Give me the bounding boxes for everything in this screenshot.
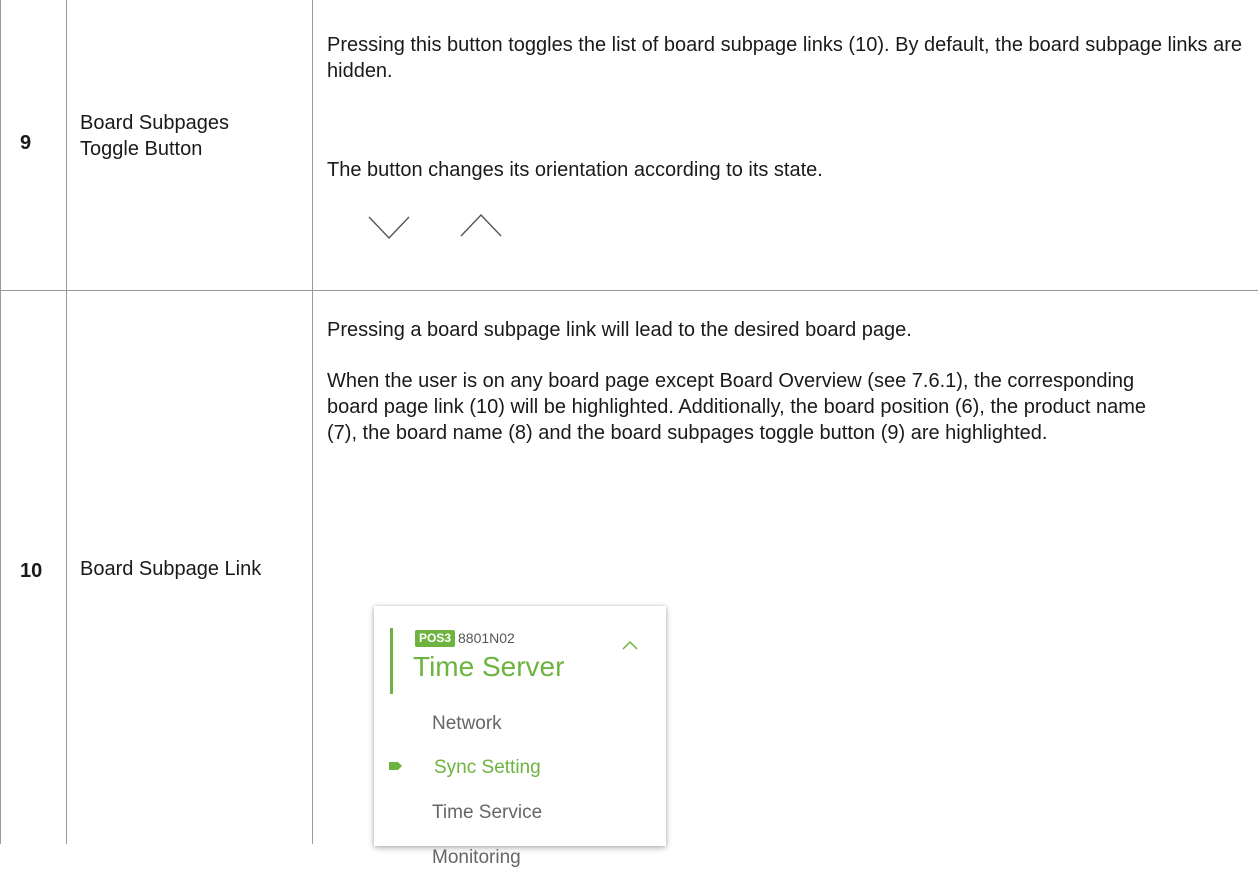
row-number-9: 9 <box>20 132 32 154</box>
row-label-9-line1: Board Subpages <box>80 112 230 134</box>
row-label-9-line2: Toggle Button <box>80 138 203 160</box>
active-link-marker-icon <box>389 762 402 770</box>
description-table: 9 Board Subpages Toggle Button Pressing … <box>0 0 1258 868</box>
row-10-description-1: Pressing a board subpage link will lead … <box>327 319 912 341</box>
subpage-link-sync-setting[interactable]: Sync Setting <box>434 756 541 780</box>
row-9-description-2: The button changes its orientation accor… <box>327 159 823 181</box>
table-divider-number <box>66 0 67 844</box>
product-name: 8801N02 <box>458 630 515 646</box>
row-9-description-1: Pressing this button toggles the list of… <box>327 34 1242 82</box>
sidebar-screenshot: POS3 8801N02 Time Server Network Sync Se… <box>374 606 666 868</box>
table-divider-label <box>312 0 313 844</box>
board-position-badge: POS3 <box>415 630 456 647</box>
subpage-link-monitoring[interactable]: Monitoring <box>432 846 521 870</box>
row-label-9: Board Subpages Toggle Button <box>80 110 229 162</box>
chevron-down-icon <box>368 216 410 240</box>
row-label-10: Board Subpage Link <box>80 558 262 580</box>
subpage-link-time-service[interactable]: Time Service <box>432 801 542 825</box>
row-10-description-2: When the user is on any board page excep… <box>327 370 1147 444</box>
table-border-left <box>0 0 1 844</box>
subpage-link-network[interactable]: Network <box>432 712 502 736</box>
chevron-up-icon <box>460 213 502 237</box>
chevron-up-icon[interactable] <box>622 640 638 650</box>
board-name[interactable]: Time Server <box>413 650 564 684</box>
active-board-indicator <box>390 628 393 694</box>
row-divider <box>0 290 1258 291</box>
row-number-10: 10 <box>20 560 43 582</box>
